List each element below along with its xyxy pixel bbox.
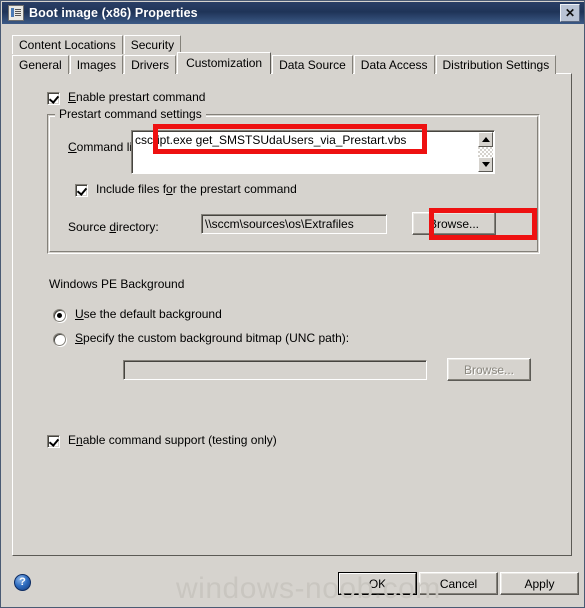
cancel-button[interactable]: Cancel <box>419 572 498 595</box>
winpe-background-heading: Windows PE Background <box>49 277 185 291</box>
include-files-checkbox[interactable] <box>75 184 88 197</box>
close-button[interactable]: ✕ <box>560 4 580 22</box>
source-directory-label: Source directory: <box>68 220 159 234</box>
custom-background-browse-button[interactable]: Browse... <box>447 358 531 381</box>
window-title: Boot image (x86) Properties <box>29 6 198 20</box>
specify-custom-background-label: Specify the custom background bitmap (UN… <box>75 331 350 345</box>
source-directory-browse-button[interactable]: Browse... <box>412 212 496 235</box>
customization-tab-panel: Enable prestart command Prestart command… <box>12 73 572 556</box>
tab-drivers[interactable]: Drivers <box>124 55 177 74</box>
apply-button[interactable]: Apply <box>500 572 579 595</box>
source-directory-value[interactable]: \\sccm\sources\os\Extrafiles <box>201 214 387 234</box>
enable-prestart-command-label: Enable prestart command <box>68 90 206 104</box>
tab-strip: Content Locations Security General Image… <box>12 34 572 74</box>
document-properties-icon <box>8 5 24 21</box>
close-icon: ✕ <box>564 6 576 20</box>
title-bar: Boot image (x86) Properties ✕ <box>2 2 584 24</box>
enable-command-support-checkbox[interactable] <box>47 435 60 448</box>
tab-security[interactable]: Security <box>123 35 182 54</box>
tab-content-locations[interactable]: Content Locations <box>12 35 123 54</box>
command-line-textarea[interactable]: cscript.exe get_SMSTSUdaUsers_via_Presta… <box>131 130 495 174</box>
include-files-label: Include files for the prestart command <box>96 182 297 196</box>
dialog-footer: ? OK Cancel Apply <box>2 556 584 606</box>
tab-distribution-settings[interactable]: Distribution Settings <box>435 55 557 74</box>
command-line-scrollbar[interactable] <box>478 132 493 172</box>
tab-row-upper: Content Locations Security <box>12 34 572 54</box>
specify-custom-background-radio[interactable] <box>53 333 66 346</box>
tab-row-filler-lower <box>557 73 572 74</box>
scrollbar-track[interactable] <box>478 147 493 157</box>
ok-button-label: OK <box>339 573 416 594</box>
ok-button[interactable]: OK <box>338 572 417 595</box>
tab-data-access[interactable]: Data Access <box>353 55 435 74</box>
enable-command-support-label: Enable command support (testing only) <box>68 433 277 447</box>
enable-prestart-command-checkbox[interactable] <box>47 92 60 105</box>
use-default-background-radio[interactable] <box>53 309 66 322</box>
tab-customization[interactable]: Customization <box>177 52 272 74</box>
properties-dialog-window: Boot image (x86) Properties ✕ Content Lo… <box>0 0 585 608</box>
tab-row-lower: General Images Drivers Customization Dat… <box>12 52 572 74</box>
prestart-command-settings-title: Prestart command settings <box>55 107 206 121</box>
tab-data-source[interactable]: Data Source <box>272 55 353 74</box>
custom-background-path-input[interactable] <box>123 360 427 380</box>
command-line-value: cscript.exe get_SMSTSUdaUsers_via_Presta… <box>135 133 407 147</box>
help-question-icon[interactable]: ? <box>14 574 31 591</box>
scroll-down-arrow-icon[interactable] <box>478 157 493 172</box>
tab-general[interactable]: General <box>12 55 69 74</box>
tab-images[interactable]: Images <box>69 55 124 74</box>
scroll-up-arrow-icon[interactable] <box>478 132 493 147</box>
use-default-background-label: Use the default background <box>75 307 222 321</box>
